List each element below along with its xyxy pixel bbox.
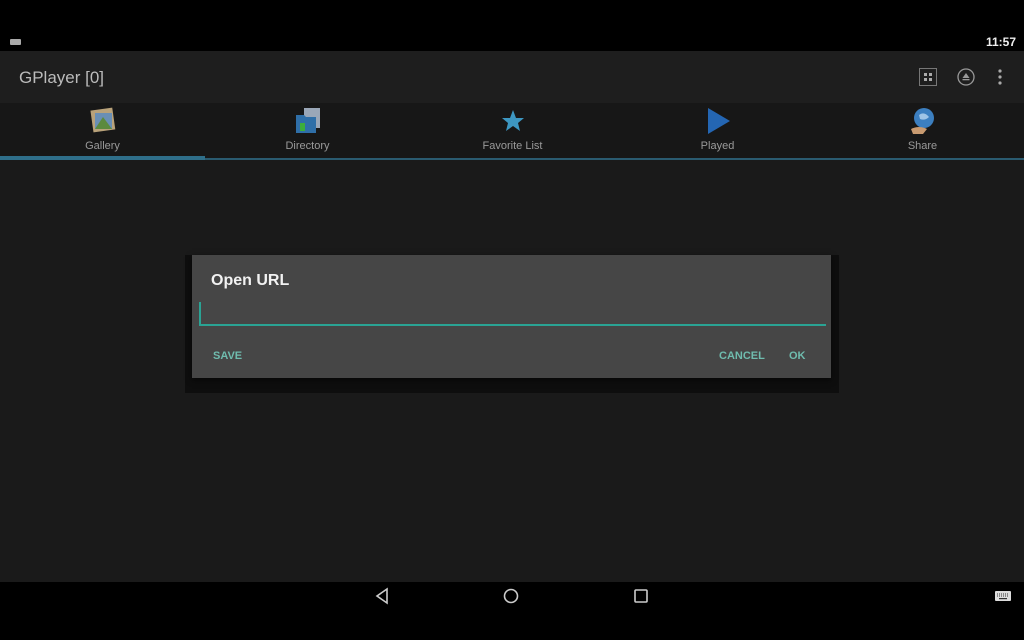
back-icon[interactable] <box>373 587 391 605</box>
open-url-dialog: Open URL SAVE CANCEL OK <box>192 255 831 378</box>
play-icon <box>707 108 730 134</box>
globe-share-icon <box>910 108 934 134</box>
app-title: GPlayer [0] <box>19 68 105 87</box>
clock: 11:57 <box>985 35 1016 49</box>
tab-bar: Gallery Directory Favorite List Played S… <box>0 103 1024 160</box>
tab-gallery[interactable]: Gallery <box>0 103 205 160</box>
eject-icon[interactable] <box>957 68 975 86</box>
recents-icon[interactable] <box>632 587 650 605</box>
star-icon <box>501 110 524 131</box>
navigation-bar <box>0 582 1024 640</box>
url-input[interactable] <box>199 302 826 326</box>
home-icon[interactable] <box>502 587 520 605</box>
dialog-title: Open URL <box>211 272 290 289</box>
tab-share[interactable]: Share <box>820 103 1024 158</box>
tab-directory[interactable]: Directory <box>205 103 410 158</box>
status-bar: 11:57 <box>0 0 1024 51</box>
gallery-icon <box>89 107 115 133</box>
app-bar: GPlayer [0] <box>0 51 1024 103</box>
tab-played[interactable]: Played <box>615 103 820 158</box>
keyboard-notification-icon <box>10 39 21 45</box>
keyboard-icon[interactable] <box>994 587 1012 605</box>
folder-icon <box>295 108 320 133</box>
cancel-button[interactable]: CANCEL <box>719 350 765 362</box>
grid-icon[interactable] <box>919 68 937 86</box>
save-button[interactable]: SAVE <box>213 350 242 362</box>
overflow-menu-icon[interactable] <box>991 68 1009 86</box>
tab-favorite-list[interactable]: Favorite List <box>410 103 615 158</box>
ok-button[interactable]: OK <box>789 350 806 362</box>
